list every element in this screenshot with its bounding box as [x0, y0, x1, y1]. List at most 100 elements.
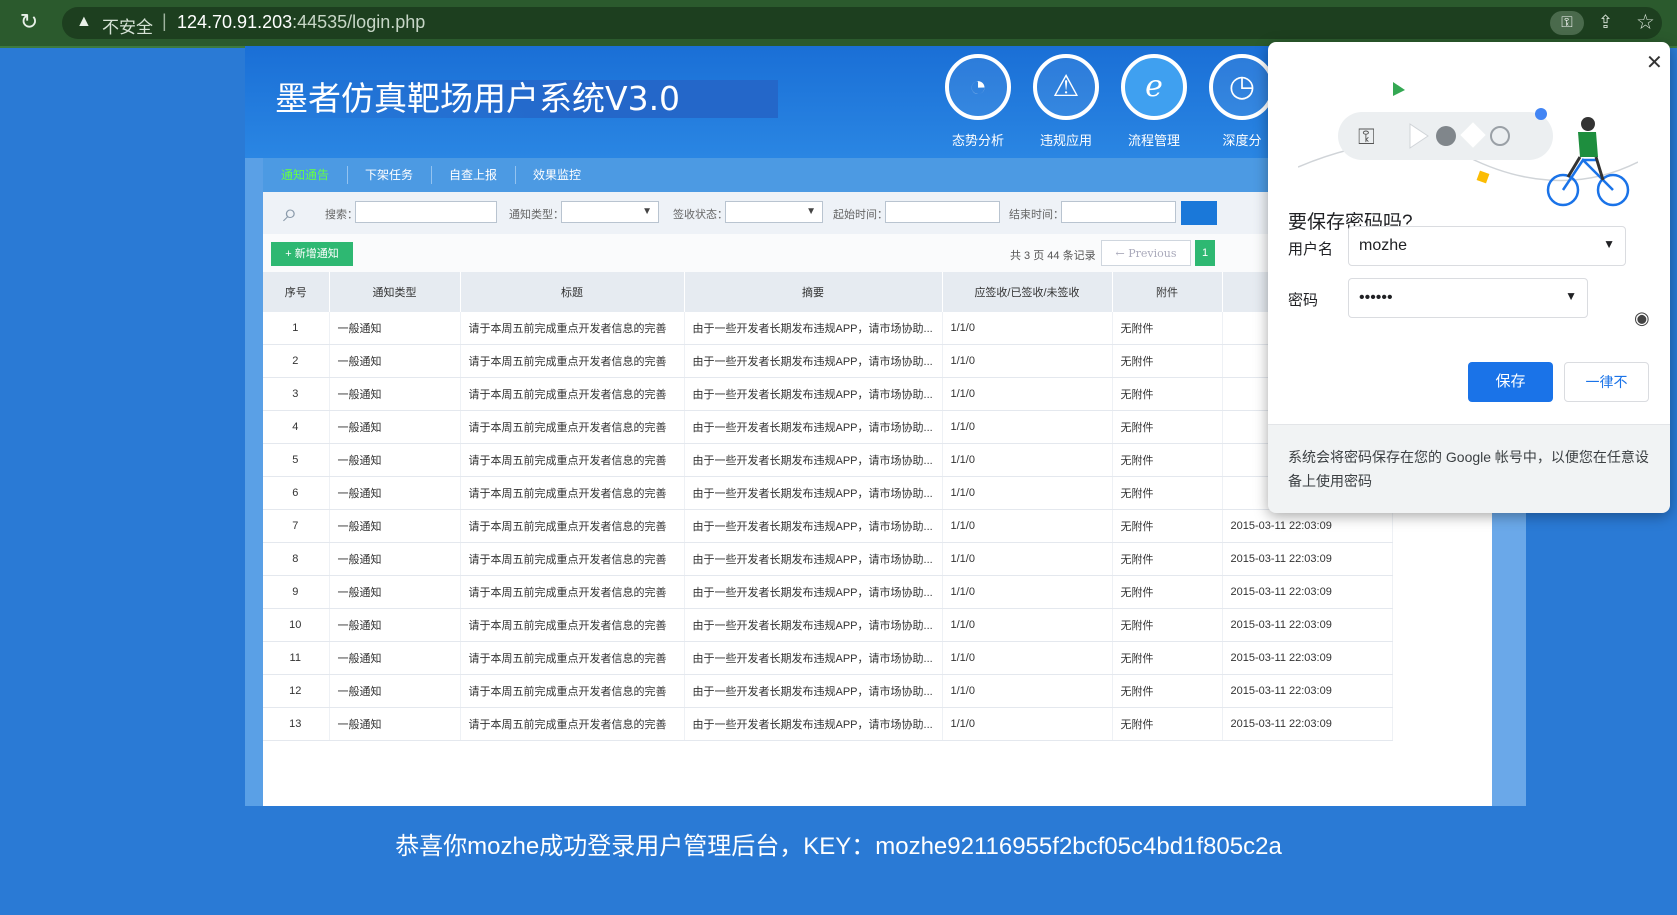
tab-self-report[interactable]: 自查上报 [435, 158, 511, 192]
table-cell: 由于一些开发者长期发布违规APP，请市场协助... [684, 476, 943, 510]
table-cell: 请于本周五前完成重点开发者信息的完善 [460, 707, 685, 741]
table-cell: 一般通知 [329, 410, 461, 444]
save-button[interactable]: 保存 [1468, 362, 1553, 402]
reload-icon[interactable]: ↻ [18, 11, 40, 33]
table-cell: 无附件 [1112, 575, 1223, 609]
table-row[interactable]: 2 一般通知 请于本周五前完成重点开发者信息的完善 由于一些开发者长期发布违规APP，… [263, 344, 1393, 378]
table-cell: 3 [263, 377, 330, 411]
column-header: 标题 [460, 272, 685, 312]
table-cell: 无附件 [1112, 476, 1223, 510]
table-row[interactable]: 4 一般通知 请于本周五前完成重点开发者信息的完善 由于一些开发者长期发布违规APP，… [263, 410, 1393, 444]
tab-notices[interactable]: 通知通告 [267, 158, 343, 192]
nav-label: 态势分析 [951, 133, 1004, 148]
table-cell: 无附件 [1112, 312, 1223, 345]
star-icon[interactable]: ☆ [1636, 10, 1655, 35]
search-button[interactable] [1181, 201, 1217, 225]
chevron-down-icon[interactable]: ▼ [1565, 289, 1577, 303]
table-cell: 无附件 [1112, 443, 1223, 477]
table-cell: 由于一些开发者长期发布违规APP，请市场协助... [684, 674, 943, 708]
table-cell: 1/1/0 [942, 608, 1113, 642]
type-select[interactable]: ▼ [561, 201, 659, 223]
nav-item-violations[interactable]: ⚠ 违规应用 [1023, 54, 1109, 149]
table-cell: 无附件 [1112, 608, 1223, 642]
share-icon[interactable]: ⇪ [1598, 12, 1613, 33]
table-cell: 由于一些开发者长期发布违规APP，请市场协助... [684, 377, 943, 411]
page-button[interactable]: 1 [1195, 240, 1215, 266]
end-time-input[interactable] [1061, 201, 1176, 223]
add-notice-button[interactable]: + 新增通知 [271, 242, 353, 266]
nav-label: 流程管理 [1127, 133, 1180, 148]
table-row[interactable]: 9 一般通知 请于本周五前完成重点开发者信息的完善 由于一些开发者长期发布违规APP，… [263, 575, 1393, 609]
chevron-down-icon[interactable]: ▼ [1603, 237, 1615, 251]
close-icon[interactable]: ✕ [1646, 50, 1663, 75]
nav-item-analysis[interactable]: ◔ 态势分析 [935, 54, 1021, 149]
table-cell: 请于本周五前完成重点开发者信息的完善 [460, 410, 685, 444]
table-cell: 1/1/0 [942, 575, 1113, 609]
table-row[interactable]: 11 一般通知 请于本周五前完成重点开发者信息的完善 由于一些开发者长期发布违规APP… [263, 641, 1393, 675]
password-field[interactable]: •••••• ▼ [1348, 278, 1588, 318]
table-cell: 2015-03-11 22:03:09 [1222, 641, 1393, 675]
table-row[interactable]: 7 一般通知 请于本周五前完成重点开发者信息的完善 由于一些开发者长期发布违规APP，… [263, 509, 1393, 543]
column-header: 附件 [1112, 272, 1223, 312]
tab-monitor[interactable]: 效果监控 [519, 158, 595, 192]
type-label: 通知类型： [509, 209, 564, 221]
table-cell: 1/1/0 [942, 707, 1113, 741]
table-row[interactable]: 10 一般通知 请于本周五前完成重点开发者信息的完善 由于一些开发者长期发布违规APP… [263, 608, 1393, 642]
table-row[interactable]: 1 一般通知 请于本周五前完成重点开发者信息的完善 由于一些开发者长期发布违规APP，… [263, 312, 1393, 345]
eye-icon[interactable]: ◉ [1634, 308, 1650, 329]
column-header: 应签收/已签收/未签收 [942, 272, 1113, 312]
table-row[interactable]: 8 一般通知 请于本周五前完成重点开发者信息的完善 由于一些开发者长期发布违规APP，… [263, 542, 1393, 576]
table-cell: 请于本周五前完成重点开发者信息的完善 [460, 608, 685, 642]
table-cell: 一般通知 [329, 641, 461, 675]
table-cell: 1/1/0 [942, 312, 1113, 345]
address-bar[interactable]: ▲ 不安全 | 124.70.91.203:44535/login.php ⚿ … [62, 7, 1662, 39]
never-button[interactable]: 一律不 [1564, 362, 1649, 402]
nav-item-process[interactable]: e 流程管理 [1111, 54, 1197, 149]
table-cell: 1 [263, 312, 330, 345]
table-cell: 由于一些开发者长期发布违规APP，请市场协助... [684, 641, 943, 675]
table-cell: 2015-03-11 22:03:09 [1222, 575, 1393, 609]
table-cell: 一般通知 [329, 443, 461, 477]
chevron-down-icon: ▼ [806, 206, 816, 217]
table-cell: 11 [263, 641, 330, 675]
table-cell: 请于本周五前完成重点开发者信息的完善 [460, 344, 685, 378]
table-cell: 13 [263, 707, 330, 741]
table-row[interactable]: 3 一般通知 请于本周五前完成重点开发者信息的完善 由于一些开发者长期发布违规APP，… [263, 377, 1393, 411]
start-time-input[interactable] [885, 201, 1000, 223]
warning-icon: ⚠ [1033, 54, 1099, 120]
table-cell: 1/1/0 [942, 542, 1113, 576]
table-cell: 5 [263, 443, 330, 477]
table-row[interactable]: 6 一般通知 请于本周五前完成重点开发者信息的完善 由于一些开发者长期发布违规APP，… [263, 476, 1393, 510]
data-table: 序号 通知类型 标题 摘要 应签收/已签收/未签收 附件 1 一般通知 请于本周五前完成重点开… [263, 272, 1393, 741]
key-icon[interactable]: ⚿ [1550, 11, 1584, 35]
password-value: •••••• [1359, 289, 1393, 306]
search-input[interactable] [355, 201, 497, 223]
dialog-footer: 系统会将密码保存在您的 Google 帐号中，以便您在任意设备上使用密码 [1268, 424, 1670, 513]
pie-chart-icon: ◔ [945, 54, 1011, 120]
table-cell: 一般通知 [329, 476, 461, 510]
password-illustration: ⚿ [1298, 82, 1638, 207]
table-cell: 由于一些开发者长期发布违规APP，请市场协助... [684, 509, 943, 543]
table-cell: 请于本周五前完成重点开发者信息的完善 [460, 542, 685, 576]
previous-button[interactable]: ← Previous [1101, 240, 1191, 266]
table-cell: 1/1/0 [942, 641, 1113, 675]
tab-takedown[interactable]: 下架任务 [351, 158, 427, 192]
username-field[interactable]: mozhe ▼ [1348, 226, 1626, 266]
table-cell: 一般通知 [329, 509, 461, 543]
table-row[interactable]: 12 一般通知 请于本周五前完成重点开发者信息的完善 由于一些开发者长期发布违规APP… [263, 674, 1393, 708]
gauge-icon: ◷ [1209, 54, 1275, 120]
ie-browser-icon: e [1121, 54, 1187, 120]
table-cell: 无附件 [1112, 542, 1223, 576]
url-text[interactable]: 124.70.91.203:44535/login.php [177, 12, 425, 33]
table-cell: 1/1/0 [942, 377, 1113, 411]
table-cell: 一般通知 [329, 344, 461, 378]
status-select[interactable]: ▼ [725, 201, 823, 223]
page-info: 共 3 页 44 条记录 [1010, 250, 1096, 262]
table-cell: 无附件 [1112, 641, 1223, 675]
table-cell: 一般通知 [329, 707, 461, 741]
table-cell: 一般通知 [329, 674, 461, 708]
table-row[interactable]: 13 一般通知 请于本周五前完成重点开发者信息的完善 由于一些开发者长期发布违规APP… [263, 707, 1393, 741]
table-cell: 一般通知 [329, 377, 461, 411]
table-row[interactable]: 5 一般通知 请于本周五前完成重点开发者信息的完善 由于一些开发者长期发布违规APP，… [263, 443, 1393, 477]
table-cell: 请于本周五前完成重点开发者信息的完善 [460, 443, 685, 477]
